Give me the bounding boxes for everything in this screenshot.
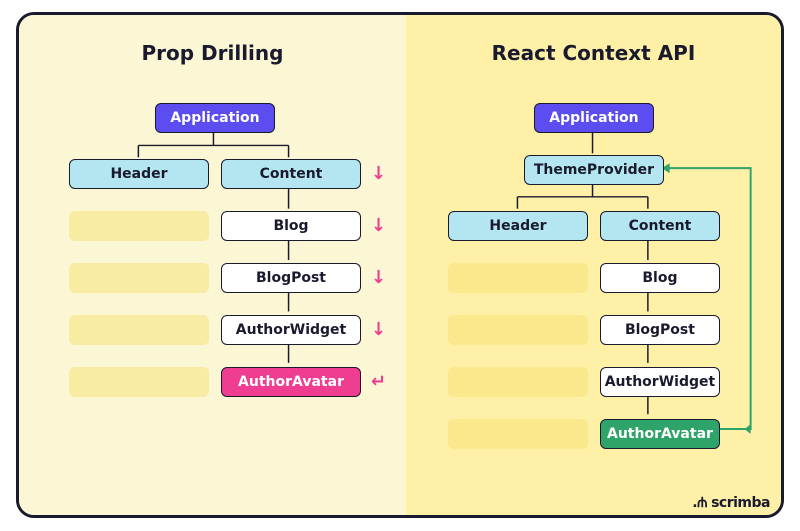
- drill-arrow-icon: ↓: [371, 163, 386, 184]
- placeholder: [448, 419, 588, 449]
- node-application: Application: [155, 103, 275, 133]
- node-themeprovider: ThemeProvider: [524, 155, 664, 185]
- node-blogpost: BlogPost: [600, 315, 720, 345]
- prop-drilling-panel: Prop Drilling Application Header Content…: [19, 15, 406, 515]
- node-blog: Blog: [221, 211, 361, 241]
- node-authoravatar: AuthorAvatar: [221, 367, 361, 397]
- node-authoravatar: AuthorAvatar: [600, 419, 720, 449]
- placeholder: [69, 367, 209, 397]
- node-header: Header: [448, 211, 588, 241]
- placeholder: [69, 211, 209, 241]
- brand-text: scrimba: [711, 495, 770, 511]
- node-content: Content: [600, 211, 720, 241]
- placeholder: [69, 315, 209, 345]
- prop-drilling-title: Prop Drilling: [19, 41, 406, 65]
- drill-arrow-icon: ↓: [371, 215, 386, 236]
- node-blog: Blog: [600, 263, 720, 293]
- context-api-title: React Context API: [406, 41, 781, 65]
- drill-arrow-icon: ↵: [371, 371, 386, 392]
- node-blogpost: BlogPost: [221, 263, 361, 293]
- brand-logo: .𝈘scrimba: [692, 488, 770, 513]
- drill-arrow-icon: ↓: [371, 319, 386, 340]
- brand-mark-icon: .𝈘: [692, 488, 707, 513]
- placeholder: [448, 263, 588, 293]
- diagram-frame: Prop Drilling Application Header Content…: [16, 12, 784, 518]
- node-authorwidget: AuthorWidget: [221, 315, 361, 345]
- node-authorwidget: AuthorWidget: [600, 367, 720, 397]
- node-header: Header: [69, 159, 209, 189]
- placeholder: [448, 367, 588, 397]
- placeholder: [69, 263, 209, 293]
- drill-arrow-icon: ↓: [371, 267, 386, 288]
- node-application: Application: [534, 103, 654, 133]
- placeholder: [448, 315, 588, 345]
- node-content: Content: [221, 159, 361, 189]
- context-api-panel: React Context API: [406, 15, 781, 515]
